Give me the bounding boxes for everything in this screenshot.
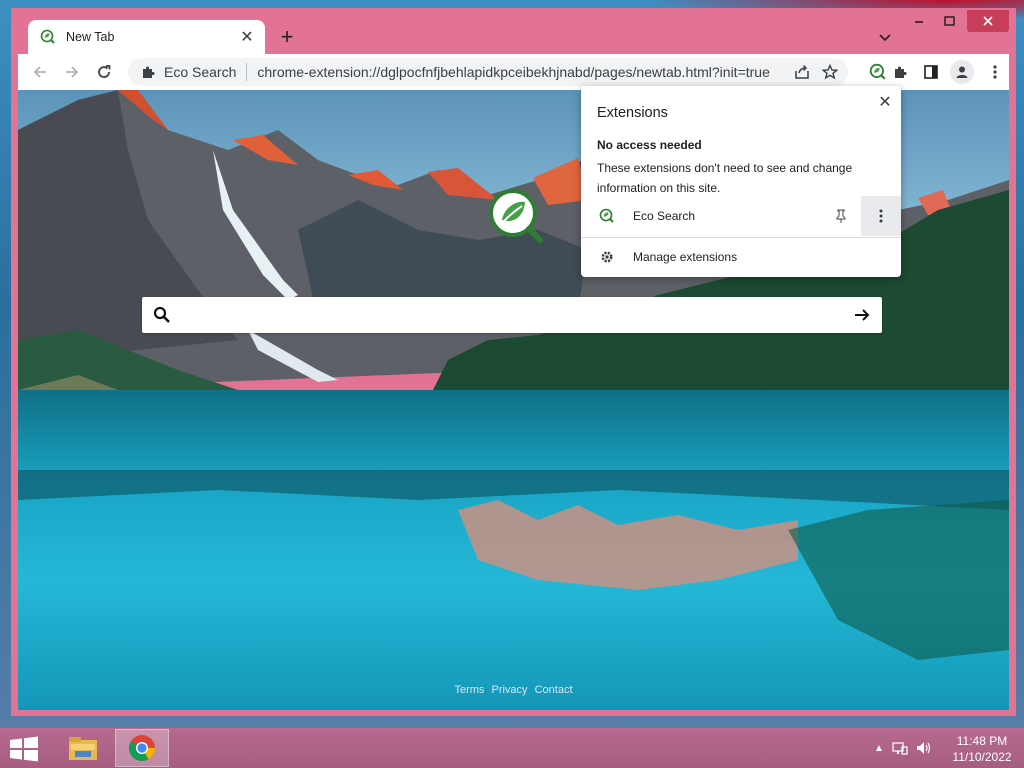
taskbar-file-explorer-icon[interactable] (56, 729, 110, 767)
window-maximize-button[interactable] (935, 10, 963, 32)
search-icon (150, 303, 174, 327)
bookmark-star-icon[interactable] (818, 60, 842, 84)
address-bar-extension-name: Eco Search (164, 64, 237, 80)
no-access-description: These extensions don't need to see and c… (597, 161, 853, 195)
extensions-popup-title: Extensions (597, 105, 668, 121)
eco-search-extension-icon[interactable] (866, 60, 890, 84)
tab-search-chevron-icon[interactable] (873, 26, 897, 50)
close-icon[interactable]: ✕ (875, 92, 895, 112)
address-bar[interactable]: Eco Search chrome-extension://dglpocfnfj… (128, 58, 848, 86)
extension-item-eco-search[interactable]: Eco Search (581, 196, 901, 236)
no-access-heading: No access needed (597, 138, 702, 152)
browser-menu-kebab-icon[interactable] (983, 60, 1007, 84)
volume-icon[interactable] (916, 741, 932, 755)
tab-strip: New Tab ✕ + (11, 8, 1016, 54)
address-bar-separator (246, 63, 248, 81)
pin-icon[interactable] (831, 206, 851, 226)
manage-extensions-item[interactable]: Manage extensions (581, 245, 901, 269)
system-tray: ▲ (874, 738, 932, 758)
network-icon[interactable] (892, 741, 908, 755)
share-icon[interactable] (790, 60, 814, 84)
taskbar: ▲ 11:48 PM 11/10/2022 (0, 728, 1024, 768)
tab-new-tab[interactable]: New Tab ✕ (28, 20, 265, 54)
manage-extensions-label: Manage extensions (633, 250, 738, 264)
clock-date: 11/10/2022 (952, 750, 1012, 764)
extension-item-label: Eco Search (633, 209, 696, 223)
lake-reflection-image (18, 470, 1009, 660)
contact-link[interactable]: Contact (535, 684, 573, 696)
browser-toolbar: Eco Search chrome-extension://dglpocfnfj… (18, 54, 1009, 90)
reload-icon[interactable] (92, 60, 116, 84)
extensions-popup: Extensions ✕ No access needed These exte… (581, 86, 901, 277)
windows-start-icon[interactable] (8, 736, 40, 762)
puzzle-piece-icon (143, 66, 155, 78)
search-submit-arrow-icon[interactable] (850, 303, 874, 327)
profile-avatar-icon[interactable] (950, 60, 974, 84)
address-bar-url[interactable]: chrome-extension://dglpocfnfjbehlapidkpc… (257, 64, 786, 80)
back-arrow-icon[interactable] (28, 60, 52, 84)
eco-search-logo-icon (489, 189, 543, 243)
footer-links: Terms Privacy Contact (18, 684, 1009, 696)
tab-title: New Tab (66, 30, 115, 44)
eco-search-favicon-icon (599, 208, 614, 223)
forward-arrow-icon[interactable] (60, 60, 84, 84)
clock-time: 11:48 PM (956, 734, 1008, 748)
terms-link[interactable]: Terms (454, 684, 484, 696)
new-tab-button[interactable]: + (273, 24, 301, 50)
window-close-button[interactable] (967, 10, 1009, 32)
tab-close-icon[interactable]: ✕ (235, 25, 259, 49)
extensions-puzzle-icon[interactable] (888, 60, 912, 84)
web-search-bar (142, 297, 882, 333)
taskbar-clock[interactable]: 11:48 PM 11/10/2022 (942, 733, 1022, 765)
taskbar-chrome-icon[interactable] (115, 729, 169, 767)
side-panel-icon[interactable] (919, 60, 943, 84)
eco-search-favicon-icon (40, 29, 55, 44)
extension-more-options-kebab-icon[interactable] (861, 196, 901, 236)
search-input[interactable] (174, 299, 850, 331)
popup-divider (581, 237, 901, 238)
window-minimize-button[interactable] (905, 10, 933, 32)
gear-icon (599, 249, 615, 265)
tray-overflow-chevron-icon[interactable]: ▲ (874, 743, 884, 754)
privacy-link[interactable]: Privacy (491, 684, 527, 696)
